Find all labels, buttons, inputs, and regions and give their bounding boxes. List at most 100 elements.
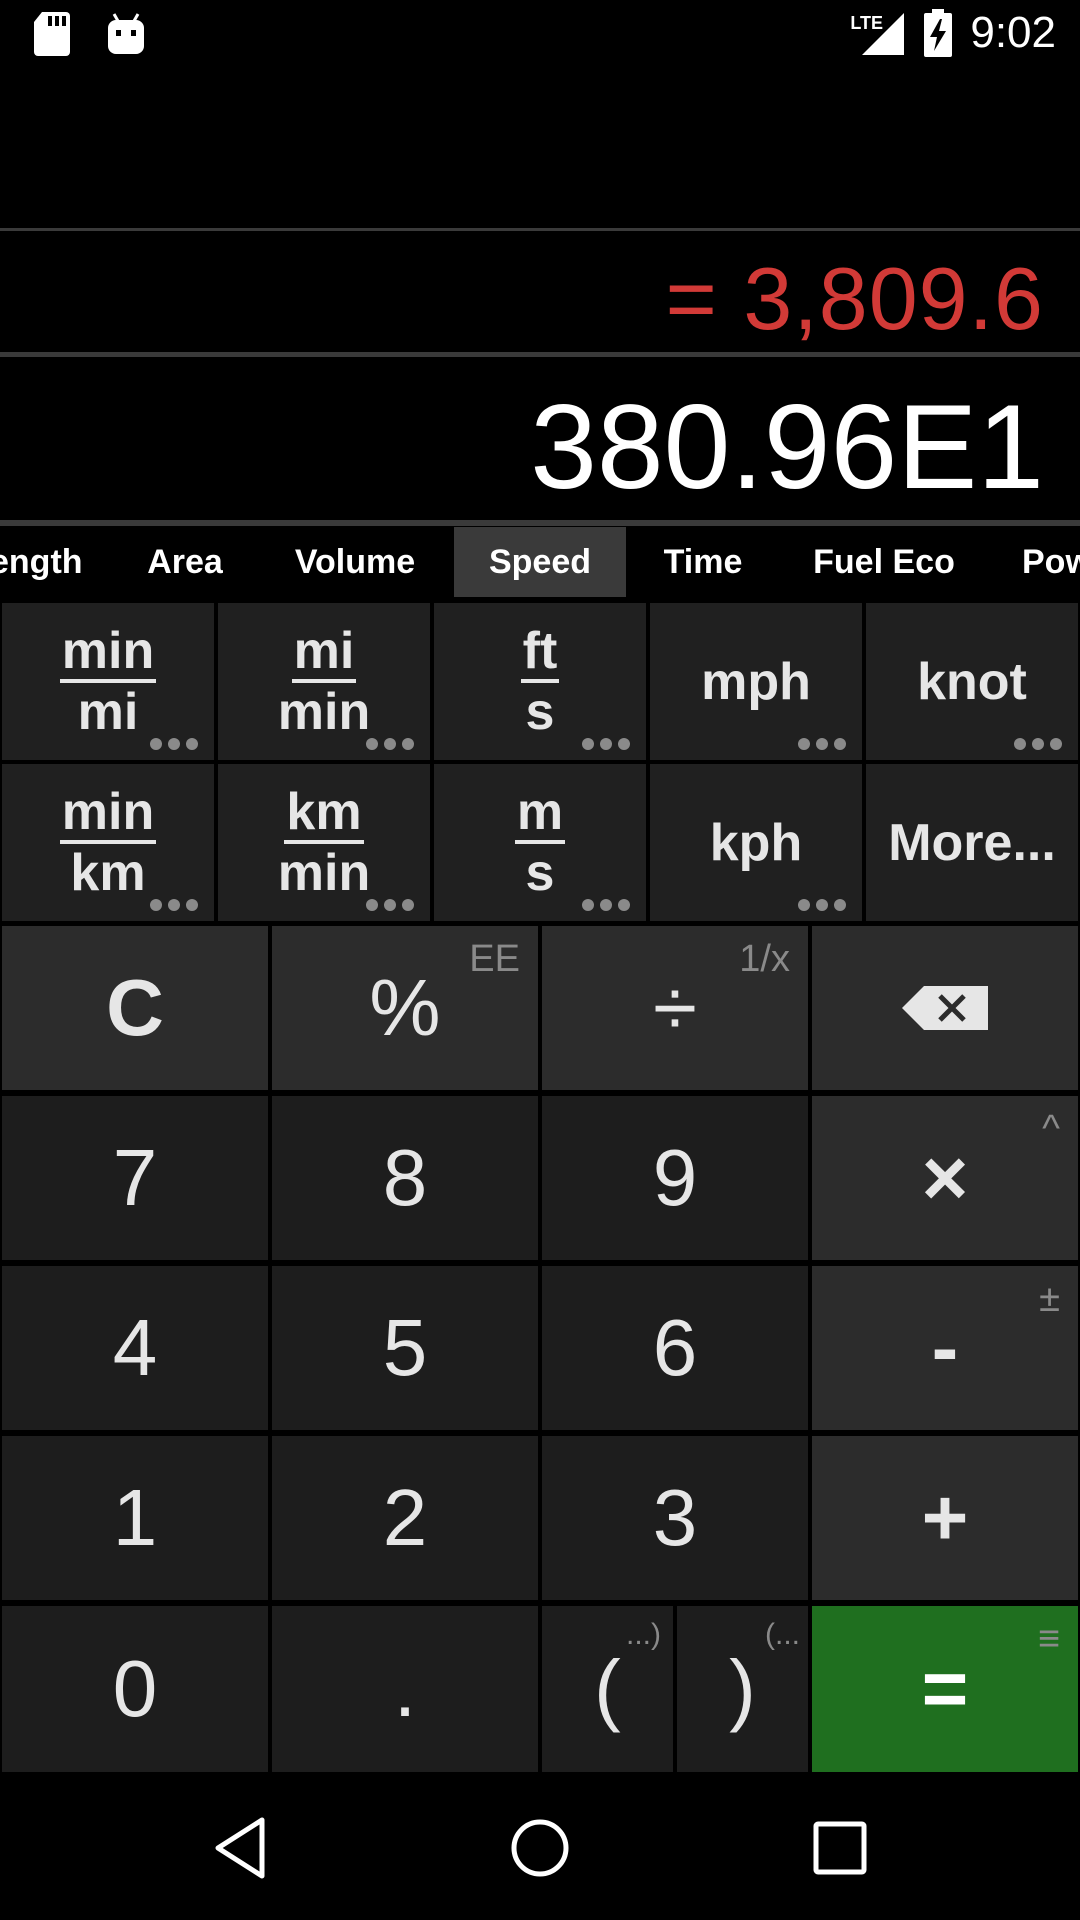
expression-display[interactable]: 380.96E1 bbox=[530, 378, 1044, 516]
more-options-icon bbox=[366, 899, 414, 911]
digit-2-button[interactable]: 2 bbox=[272, 1436, 538, 1600]
unit-min-per-km[interactable]: min km bbox=[2, 764, 214, 921]
multiply-button[interactable]: × ^ bbox=[812, 1096, 1078, 1260]
unit-numerator: ft bbox=[520, 623, 560, 683]
unit-mi-per-min[interactable]: mi min bbox=[218, 603, 430, 760]
key-alt-label: ...) bbox=[626, 1618, 661, 1651]
unit-m-per-s[interactable]: m s bbox=[434, 764, 646, 921]
key-label: ) bbox=[729, 1644, 756, 1733]
open-paren-button[interactable]: ( ...) bbox=[542, 1606, 673, 1772]
tab-volume[interactable]: Volume bbox=[280, 527, 430, 597]
unit-numerator: m bbox=[514, 784, 566, 844]
plus-button[interactable]: + bbox=[812, 1436, 1078, 1600]
clock: 9:02 bbox=[970, 8, 1056, 57]
display-divider-top bbox=[0, 228, 1080, 231]
tab-speed[interactable]: Speed bbox=[454, 527, 626, 597]
key-label: 7 bbox=[112, 1133, 158, 1222]
clear-button[interactable]: C bbox=[2, 926, 268, 1090]
digit-9-button[interactable]: 9 bbox=[542, 1096, 808, 1260]
digit-8-button[interactable]: 8 bbox=[272, 1096, 538, 1260]
key-label: ÷ bbox=[653, 963, 697, 1052]
key-label: 5 bbox=[382, 1303, 428, 1392]
battery-charging-icon bbox=[924, 9, 953, 57]
decimal-button[interactable]: . bbox=[272, 1606, 538, 1772]
unit-mph[interactable]: mph bbox=[650, 603, 862, 760]
more-options-icon bbox=[582, 899, 630, 911]
tab-length[interactable]: ength bbox=[0, 527, 86, 597]
category-tabs[interactable]: ength Area Volume Speed Time Fuel Eco Po… bbox=[0, 527, 1080, 597]
key-label: % bbox=[369, 963, 441, 1052]
unit-kph[interactable]: kph bbox=[650, 764, 862, 921]
more-units-button[interactable]: More... bbox=[866, 764, 1078, 921]
more-options-icon bbox=[582, 738, 630, 750]
key-label: ( bbox=[594, 1644, 621, 1733]
tab-power[interactable]: Pow bbox=[1022, 527, 1080, 597]
key-label: 4 bbox=[112, 1303, 158, 1392]
minus-button[interactable]: - ± bbox=[812, 1266, 1078, 1430]
key-label: + bbox=[921, 1473, 969, 1562]
home-icon[interactable] bbox=[510, 1818, 570, 1878]
digit-3-button[interactable]: 3 bbox=[542, 1436, 808, 1600]
tab-time[interactable]: Time bbox=[646, 527, 760, 597]
android-debug-icon bbox=[108, 13, 144, 54]
unit-km-per-min[interactable]: km min bbox=[218, 764, 430, 921]
unit-label: More... bbox=[888, 813, 1056, 872]
key-alt-label: (... bbox=[765, 1618, 800, 1651]
key-label: 1 bbox=[112, 1473, 158, 1562]
unit-knot[interactable]: knot bbox=[866, 603, 1078, 760]
key-label: 3 bbox=[652, 1473, 698, 1562]
unit-denominator: s bbox=[525, 682, 555, 741]
key-alt-label: 1/x bbox=[739, 938, 790, 980]
signal-icon: LTE bbox=[850, 9, 906, 57]
unit-ft-per-s[interactable]: ft s bbox=[434, 603, 646, 760]
sd-card-icon bbox=[34, 12, 70, 56]
key-alt-label: ≡ bbox=[1037, 1618, 1060, 1660]
recents-icon[interactable] bbox=[812, 1820, 868, 1876]
key-label: = bbox=[921, 1644, 969, 1733]
backspace-icon bbox=[902, 986, 988, 1030]
unit-min-per-mi[interactable]: min mi bbox=[2, 603, 214, 760]
unit-label: mph bbox=[701, 652, 811, 711]
close-paren-button[interactable]: ) (... bbox=[677, 1606, 808, 1772]
more-options-icon bbox=[150, 738, 198, 750]
digit-1-button[interactable]: 1 bbox=[2, 1436, 268, 1600]
unit-numerator: min bbox=[59, 623, 157, 683]
status-bar: LTE 9:02 bbox=[0, 0, 1080, 72]
unit-numerator: min bbox=[59, 784, 157, 844]
unit-label: knot bbox=[917, 652, 1027, 711]
key-label: C bbox=[106, 963, 164, 1052]
display-divider-bottom bbox=[0, 520, 1080, 526]
unit-label: kph bbox=[709, 813, 803, 872]
more-options-icon bbox=[150, 899, 198, 911]
backspace-button[interactable] bbox=[812, 926, 1078, 1090]
more-options-icon bbox=[1014, 738, 1062, 750]
tab-fuel-economy[interactable]: Fuel Eco bbox=[800, 527, 968, 597]
key-label: 9 bbox=[652, 1133, 698, 1222]
equals-button[interactable]: = ≡ bbox=[812, 1606, 1078, 1772]
percent-button[interactable]: % EE bbox=[272, 926, 538, 1090]
key-alt-label: ^ bbox=[1042, 1108, 1060, 1150]
key-label: 0 bbox=[112, 1644, 158, 1733]
unit-denominator: km bbox=[70, 843, 146, 902]
digit-6-button[interactable]: 6 bbox=[542, 1266, 808, 1430]
unit-denominator: min bbox=[277, 682, 371, 741]
unit-denominator: s bbox=[525, 843, 555, 902]
digit-5-button[interactable]: 5 bbox=[272, 1266, 538, 1430]
key-label: 8 bbox=[382, 1133, 428, 1222]
result-display[interactable]: = 3,809.6 bbox=[666, 248, 1044, 350]
digit-4-button[interactable]: 4 bbox=[2, 1266, 268, 1430]
unit-numerator: km bbox=[284, 784, 364, 844]
key-label: 6 bbox=[652, 1303, 698, 1392]
tab-area[interactable]: Area bbox=[120, 527, 250, 597]
key-alt-label: EE bbox=[469, 938, 520, 980]
digit-0-button[interactable]: 0 bbox=[2, 1606, 268, 1772]
key-label: - bbox=[931, 1303, 959, 1392]
unit-denominator: mi bbox=[77, 682, 139, 741]
key-label: 2 bbox=[382, 1473, 428, 1562]
digit-7-button[interactable]: 7 bbox=[2, 1096, 268, 1260]
key-label: . bbox=[393, 1644, 417, 1733]
unit-denominator: min bbox=[277, 843, 371, 902]
key-label: × bbox=[921, 1133, 969, 1222]
back-icon[interactable] bbox=[212, 1816, 268, 1880]
divide-button[interactable]: ÷ 1/x bbox=[542, 926, 808, 1090]
